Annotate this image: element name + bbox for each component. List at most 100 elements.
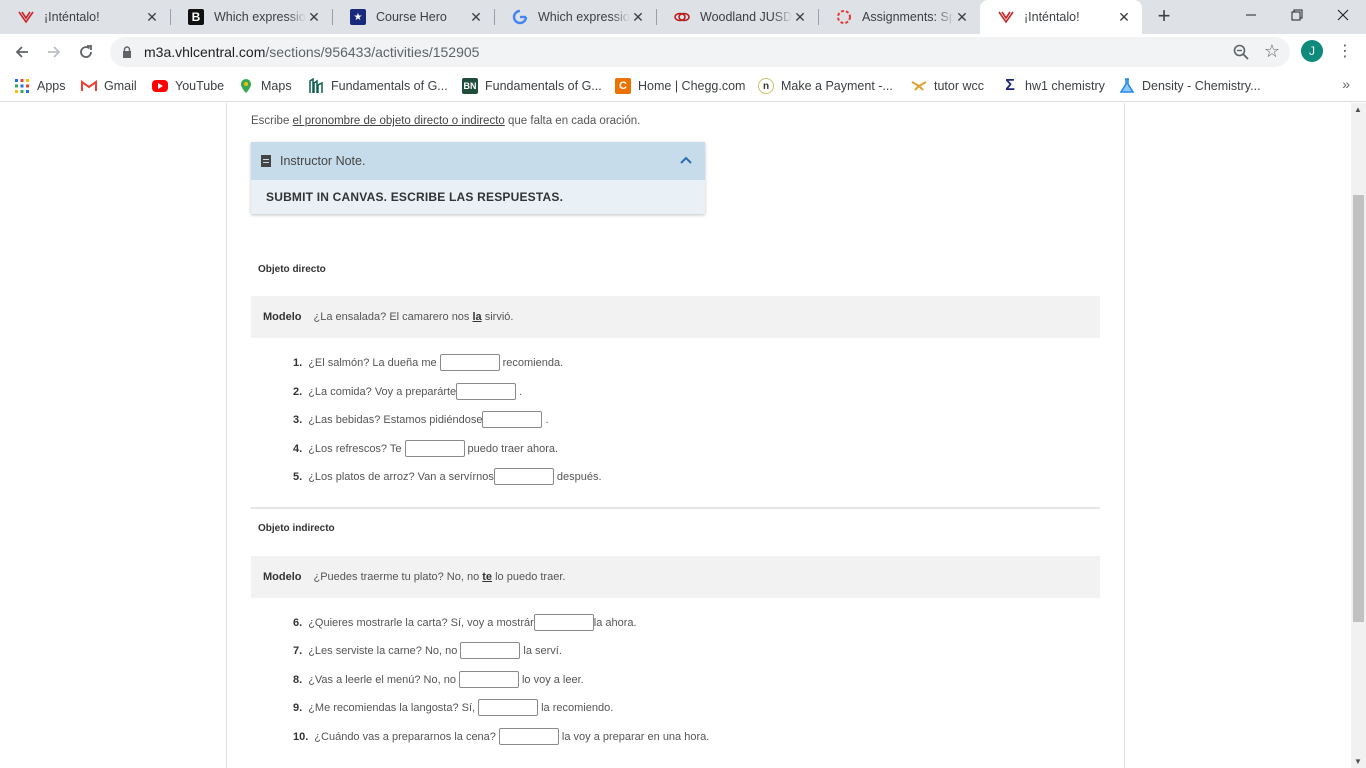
bookmark-star-icon[interactable]: ☆ <box>1264 41 1280 62</box>
question-number: 9. <box>293 701 303 714</box>
restore-button[interactable] <box>1274 0 1320 30</box>
question-number: 7. <box>293 644 303 657</box>
tab-which-expression-2[interactable]: Which expression m ✕ <box>494 0 656 34</box>
chevron-double-right-icon[interactable]: » <box>1342 76 1350 92</box>
chevron-up-icon[interactable] <box>679 153 693 167</box>
tab-intentalo-active[interactable]: ¡Inténtalo! ✕ <box>980 0 1142 34</box>
question-text-before: ¿Vas a leerle el menú? No, no <box>308 673 456 686</box>
question-text-after: la ahora. <box>593 616 637 629</box>
close-icon[interactable]: ✕ <box>792 9 808 25</box>
question-text-before: ¿Les serviste la carne? No, no <box>308 644 458 657</box>
question-text-after: puedo traer ahora. <box>467 442 559 455</box>
reload-button[interactable] <box>72 38 100 66</box>
instructions-text: Escribe el pronombre de objeto directo o… <box>251 115 640 127</box>
scroll-down-icon[interactable]: ▼ <box>1354 757 1362 766</box>
bookmark-maps[interactable]: Maps <box>238 75 292 97</box>
question-7: 7. ¿Les serviste la carne? No, no la ser… <box>293 642 562 659</box>
answer-input-8[interactable] <box>458 671 519 688</box>
bookmark-chegg[interactable]: C Home | Chegg.com <box>615 75 745 97</box>
close-icon[interactable]: ✕ <box>468 9 484 25</box>
coursehero-icon: ★ <box>350 9 366 25</box>
instructions-link[interactable]: el pronombre de objeto directo o indirec… <box>293 115 505 127</box>
tab-woodland-jusd[interactable]: Woodland JUSD Stu ✕ <box>656 0 818 34</box>
modelo-before: ¿Puedes traerme tu plato? No, no <box>313 571 483 583</box>
scrollbar-thumb[interactable] <box>1353 195 1364 622</box>
question-number: 2. <box>293 385 303 398</box>
gmail-icon <box>81 78 97 94</box>
question-number: 4. <box>293 442 303 455</box>
zoom-icon[interactable] <box>1232 43 1250 61</box>
arrow-right-icon <box>48 46 61 58</box>
modelo-label: Modelo <box>263 311 302 323</box>
close-icon[interactable]: ✕ <box>306 9 322 25</box>
bookmark-density[interactable]: Density - Chemistry... <box>1119 75 1261 97</box>
bookmark-tutor-wcc[interactable]: tutor wcc <box>911 75 984 97</box>
bookmark-fundamentals-1[interactable]: Fundamentals of G... <box>308 75 448 97</box>
question-8: 8. ¿Vas a leerle el menú? No, no lo voy … <box>293 671 584 688</box>
question-number: 6. <box>293 616 303 629</box>
tab-course-hero[interactable]: ★ Course Hero ✕ <box>332 0 494 34</box>
bookmark-label: Home | Chegg.com <box>638 79 746 93</box>
maps-icon <box>238 78 254 94</box>
bookmark-make-payment[interactable]: n Make a Payment -... <box>758 75 893 97</box>
bookmark-label: Apps <box>37 79 66 93</box>
answer-input-5[interactable] <box>493 468 554 485</box>
close-icon[interactable]: ✕ <box>144 9 160 25</box>
section-divider <box>251 507 1100 509</box>
new-tab-button[interactable]: + <box>1152 5 1176 29</box>
modelo-before: ¿La ensalada? El camarero nos <box>313 311 473 323</box>
back-button[interactable] <box>8 38 36 66</box>
apps-grid-icon <box>14 78 30 94</box>
tab-title: Which expression m <box>214 10 306 24</box>
answer-input-1[interactable] <box>439 354 500 371</box>
more-menu-icon[interactable]: ⋮ <box>1335 40 1355 62</box>
question-text-before: ¿La comida? Voy a preparárte <box>308 385 457 398</box>
answer-input-3[interactable] <box>482 411 543 428</box>
youtube-icon <box>152 80 168 92</box>
bookmark-apps[interactable]: Apps <box>14 75 66 97</box>
forward-button[interactable] <box>40 38 68 66</box>
bookmark-label: Density - Chemistry... <box>1142 79 1261 93</box>
b-icon: B <box>188 9 204 25</box>
close-icon[interactable]: ✕ <box>630 9 646 25</box>
address-bar[interactable]: m3a.vhlcentral.com/sections/956433/activ… <box>110 37 1290 67</box>
answer-input-7[interactable] <box>460 642 521 659</box>
bookmark-label: Maps <box>261 79 292 93</box>
bookmark-label: Fundamentals of G... <box>331 79 448 93</box>
question-text-after: después. <box>556 470 602 483</box>
answer-input-9[interactable] <box>478 699 539 716</box>
tab-which-expression-1[interactable]: B Which expression m ✕ <box>170 0 332 34</box>
bookmark-label: YouTube <box>175 79 225 93</box>
question-number: 5. <box>293 470 303 483</box>
question-text-before: ¿Me recomiendas la langosta? Sí, <box>308 701 476 714</box>
tab-intentalo-1[interactable]: ¡Inténtalo! ✕ <box>0 0 170 34</box>
modelo-label: Modelo <box>263 571 302 583</box>
modelo-direct: Modelo ¿La ensalada? El camarero nos la … <box>251 296 1100 338</box>
page-viewport: Escribe el pronombre de objeto directo o… <box>0 103 1351 768</box>
instructor-note-header[interactable]: Instructor Note. <box>251 142 705 180</box>
close-window-button[interactable] <box>1320 0 1366 30</box>
profile-avatar[interactable]: J <box>1301 40 1323 62</box>
minimize-button[interactable] <box>1228 0 1274 30</box>
answer-input-4[interactable] <box>404 440 465 457</box>
answer-input-2[interactable] <box>456 383 517 400</box>
scroll-up-icon[interactable]: ▲ <box>1354 105 1362 114</box>
vhl-icon <box>18 9 34 25</box>
close-icon[interactable]: ✕ <box>1116 9 1132 25</box>
modelo-answer: te <box>482 571 493 583</box>
answer-input-10[interactable] <box>498 728 559 745</box>
question-number: 8. <box>293 673 303 686</box>
bookmark-hw1-chemistry[interactable]: Σ hw1 chemistry <box>1002 75 1105 97</box>
modelo-text: ¿La ensalada? El camarero nos la sirvió. <box>314 311 514 323</box>
bookmark-fundamentals-2[interactable]: BN Fundamentals of G... <box>462 75 602 97</box>
answer-input-6[interactable] <box>533 614 594 631</box>
close-icon[interactable]: ✕ <box>954 9 970 25</box>
tab-assignments-spanish[interactable]: Assignments: Spani ✕ <box>818 0 980 34</box>
question-number: 3. <box>293 413 303 426</box>
tab-title: Assignments: Spani <box>862 10 954 24</box>
question-text-after: la voy a preparar en una hora. <box>561 730 710 743</box>
reload-icon <box>80 45 92 58</box>
page-scrollbar[interactable]: ▲ ▼ <box>1351 103 1366 768</box>
bookmark-youtube[interactable]: YouTube <box>152 75 224 97</box>
bookmark-gmail[interactable]: Gmail <box>81 75 137 97</box>
